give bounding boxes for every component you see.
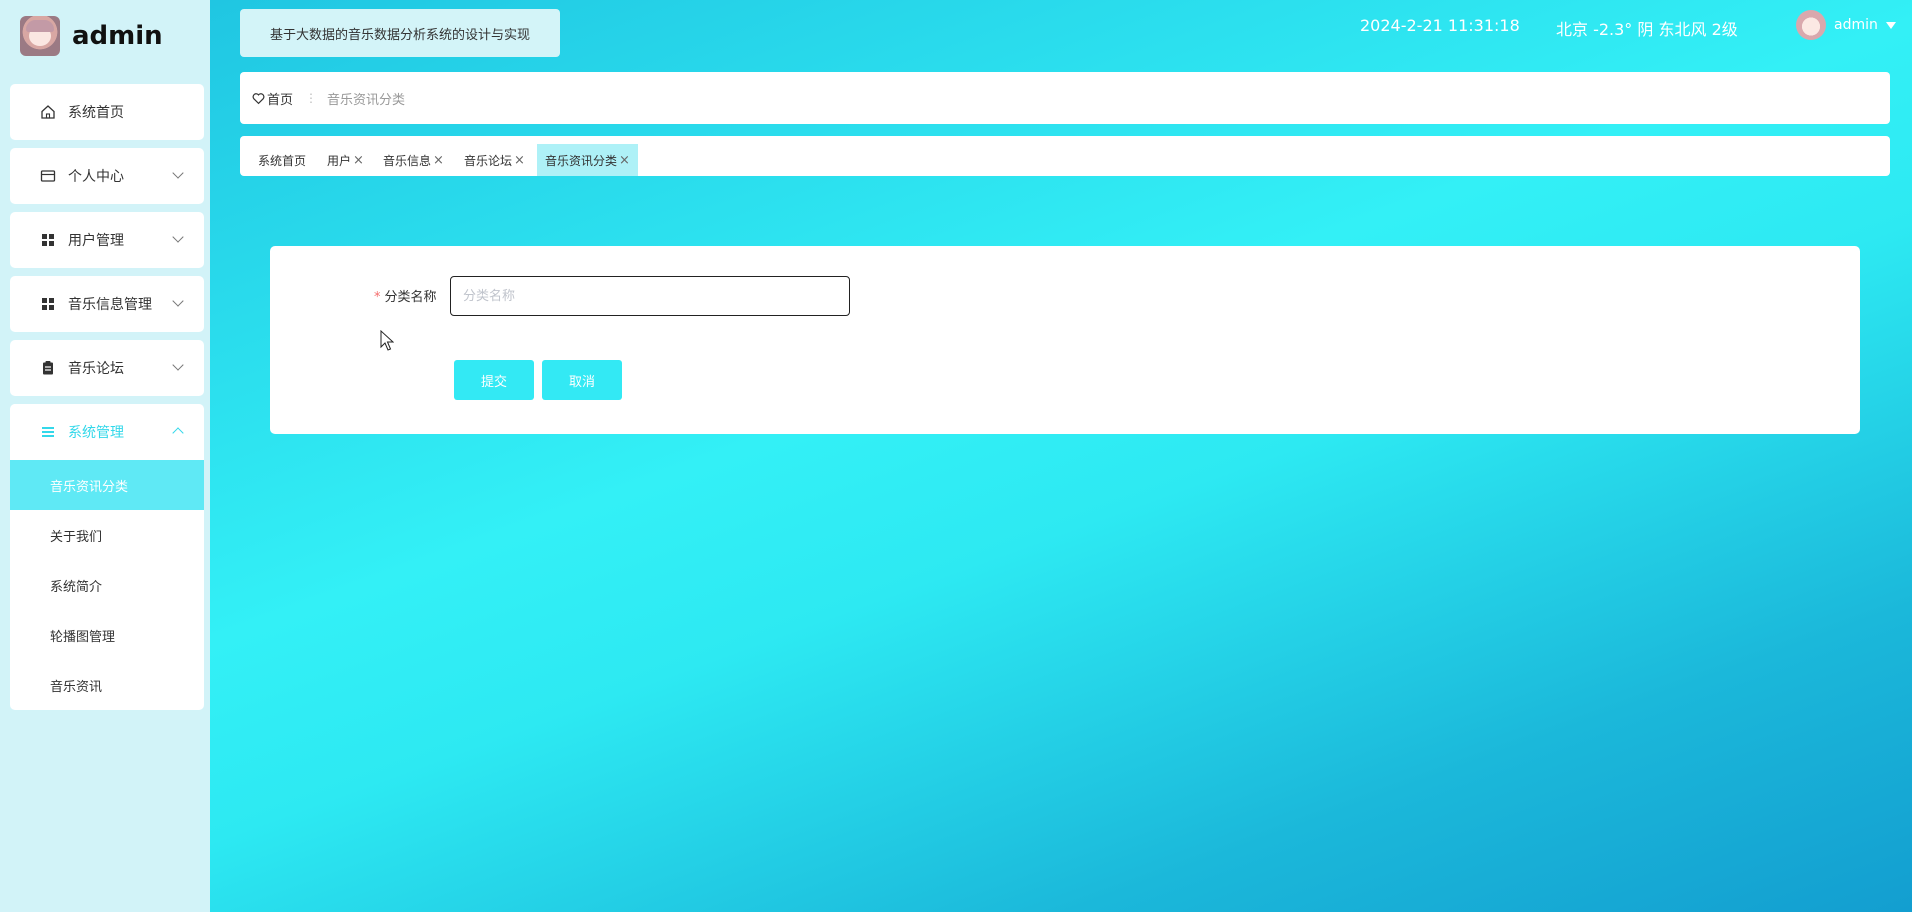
sidebar-item-system[interactable]: 系统管理 [10,404,204,460]
tag-label: 用户 [327,154,352,168]
breadcrumb-home-label: 首页 [267,92,294,108]
sidebar-subitem-music-news[interactable]: 音乐资讯 [10,660,204,710]
sidebar-group-system: 系统管理 音乐资讯分类 关于我们 系统简介 轮播图管理 音乐资讯 [10,404,204,710]
cancel-button[interactable]: 取消 [542,360,622,400]
close-icon[interactable]: × [619,144,630,176]
form-card: *分类名称 提交 取消 [270,246,1860,434]
sidebar-menu: 系统首页 个人中心 用户管理 音乐信息管理 音乐论坛 系统管理 音乐资讯分类 关… [10,84,204,710]
grid-icon [40,296,56,312]
tag-label: 音乐资讯分类 [545,154,618,168]
chevron-down-icon [172,167,184,179]
system-title: 基于大数据的音乐数据分析系统的设计与实现 [240,9,560,57]
tag-music-info[interactable]: 音乐信息 × [383,152,444,176]
sidebar-item-label: 系统首页 [68,105,124,121]
tag-home[interactable]: 系统首页 [258,152,306,176]
breadcrumb: 首页 ⋮ 音乐资讯分类 [240,72,1890,124]
breadcrumb-separator: ⋮ [305,91,318,105]
tag-music-forum[interactable]: 音乐论坛 × [464,152,525,176]
sidebar-item-label: 用户管理 [68,233,124,249]
clipboard-icon [40,360,56,376]
breadcrumb-current: 音乐资讯分类 [327,92,406,108]
tag-music-news-category[interactable]: 音乐资讯分类 × [537,144,638,176]
required-mark: * [374,290,381,305]
user-menu[interactable]: admin [1796,10,1896,40]
tags-bar: 系统首页 用户 × 音乐信息 × 音乐论坛 × 音乐资讯分类 × [240,136,1890,176]
close-icon[interactable]: × [353,152,364,170]
chevron-up-icon [172,427,184,439]
chevron-down-icon [172,359,184,371]
category-name-label-text: 分类名称 [384,290,437,305]
brand-name: admin [72,21,163,51]
sidebar: admin 系统首页 个人中心 用户管理 音乐信息管理 音乐论坛 系统管理 音乐… [0,0,210,912]
sidebar-item-label: 音乐信息管理 [68,297,152,313]
card-icon [40,168,56,184]
mouse-cursor-icon [380,330,394,351]
chevron-down-icon [172,231,184,243]
heart-icon [252,92,265,104]
close-icon[interactable]: × [433,152,444,170]
sidebar-subitem-music-news-category[interactable]: 音乐资讯分类 [10,460,204,510]
home-icon [40,104,56,120]
sidebar-subitem-carousel[interactable]: 轮播图管理 [10,610,204,660]
sidebar-item-label: 系统管理 [68,425,124,441]
chevron-down-icon [172,295,184,307]
brand: admin [20,16,163,56]
user-name: admin [1834,17,1878,33]
tag-label: 系统首页 [258,154,307,168]
category-name-input[interactable] [450,276,850,316]
submit-button[interactable]: 提交 [454,360,534,400]
caret-down-icon [1885,21,1896,29]
sidebar-item-music-info[interactable]: 音乐信息管理 [10,276,204,332]
header-datetime: 2024-2-21 11:31:18 [1360,16,1520,35]
list-icon [40,424,56,440]
tag-label: 音乐论坛 [464,154,513,168]
header-weather: 北京 -2.3° 阴 东北风 2级 [1556,20,1738,39]
tag-label: 音乐信息 [383,154,432,168]
sidebar-item-profile[interactable]: 个人中心 [10,148,204,204]
close-icon[interactable]: × [514,152,525,170]
sidebar-item-label: 个人中心 [68,169,124,185]
sidebar-item-home[interactable]: 系统首页 [10,84,204,140]
sidebar-item-users[interactable]: 用户管理 [10,212,204,268]
user-avatar [1796,10,1826,40]
category-name-label: * 分类名称 [374,286,437,305]
tag-users[interactable]: 用户 × [327,152,364,176]
sidebar-item-forum[interactable]: 音乐论坛 [10,340,204,396]
breadcrumb-home[interactable]: 首页 [252,89,293,108]
sidebar-item-label: 音乐论坛 [68,361,124,377]
sidebar-subitem-about-us[interactable]: 关于我们 [10,510,204,560]
sidebar-subitem-system-intro[interactable]: 系统简介 [10,560,204,610]
brand-avatar [20,16,60,56]
grid-icon [40,232,56,248]
